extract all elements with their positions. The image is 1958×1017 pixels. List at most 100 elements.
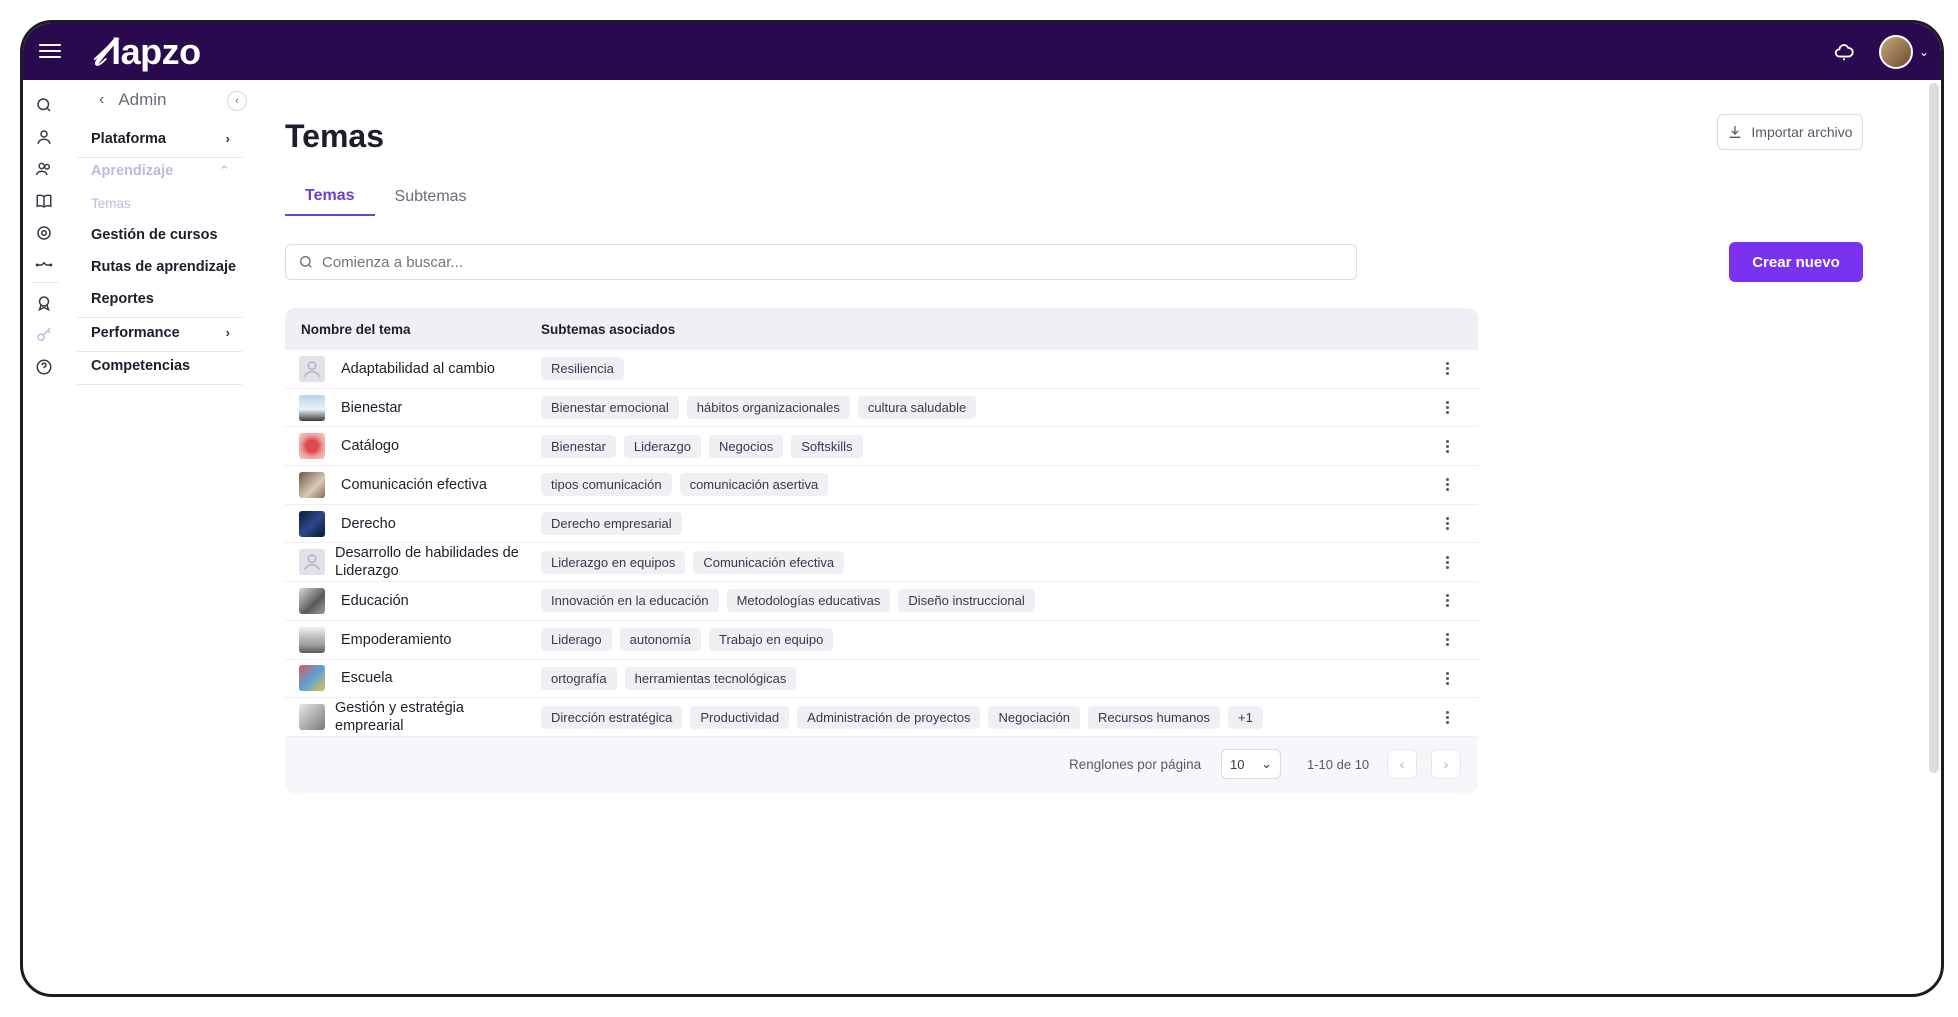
help-icon[interactable] xyxy=(35,358,53,376)
more-options-icon[interactable] xyxy=(1440,476,1454,494)
user-avatar[interactable] xyxy=(1878,35,1913,69)
table-row[interactable]: Gestión y estratégia emprearial Dirección… xyxy=(285,698,1478,737)
back-to-admin[interactable]: ‹ Admin xyxy=(77,84,242,116)
subtopic-chip: Innovación en la educación xyxy=(541,589,719,613)
rows-per-page-select[interactable]: 10 ⌄ xyxy=(1221,749,1281,779)
chevron-right-icon: › xyxy=(225,325,230,340)
menu-icon[interactable] xyxy=(39,40,61,60)
key-icon[interactable] xyxy=(35,326,53,344)
sidebar-item-reportes[interactable]: Reportes xyxy=(77,280,242,318)
top-bar-actions: ⌄ xyxy=(1833,35,1929,69)
more-options-icon[interactable] xyxy=(1440,360,1454,378)
chevron-down-icon[interactable]: ⌄ xyxy=(1919,45,1929,59)
table-row[interactable]: Catálogo Bienestar Liderazgo Negocios Softsk… xyxy=(285,427,1478,467)
more-options-icon[interactable] xyxy=(1440,631,1454,649)
route-icon[interactable] xyxy=(35,256,53,274)
subtopic-chip: Liderazgo en equipos xyxy=(541,550,686,574)
award-icon[interactable] xyxy=(35,294,53,312)
target-icon[interactable] xyxy=(35,224,53,242)
more-options-icon[interactable] xyxy=(1440,669,1454,687)
table-row[interactable]: Escuela ortografía herramientas tecnológic… xyxy=(285,659,1478,699)
icon-rail xyxy=(23,80,67,994)
subtopic-chips: Bienestar emocional hábitos organizaciona… xyxy=(541,396,977,420)
subtopic-chip: Bienestar emocional xyxy=(541,396,679,420)
pagination: Renglones por página 10 ⌄ 1-10 de 10 ‹ › xyxy=(285,734,1478,794)
topic-name: Educación xyxy=(341,592,409,609)
table-row[interactable]: Empoderamiento Liderago autonomía Trabajo e… xyxy=(285,620,1478,660)
table-row[interactable]: Derecho Derecho empresarial xyxy=(285,504,1478,544)
topic-thumbnail xyxy=(299,510,325,537)
subtopic-chip: +1 xyxy=(1228,705,1263,729)
topic-thumbnail xyxy=(299,587,325,614)
topic-thumbnail xyxy=(299,394,325,421)
subtopic-chips: Derecho empresarial xyxy=(541,512,682,536)
topic-thumbnail xyxy=(299,626,325,653)
more-options-icon[interactable] xyxy=(1440,437,1454,455)
subtopic-chip: Negociación xyxy=(988,705,1081,729)
page-title: Temas xyxy=(285,118,385,154)
search-input[interactable] xyxy=(322,253,1356,271)
next-page-button[interactable]: › xyxy=(1431,749,1461,779)
collapse-sidebar-button[interactable]: ‹ xyxy=(227,91,247,111)
table-row[interactable]: Desarrollo de habilidades de Liderazgo Li… xyxy=(285,543,1478,583)
more-options-icon[interactable] xyxy=(1440,515,1454,533)
topic-thumbnail xyxy=(299,704,325,731)
app-window: 𝓁 lapzo ⌄ ‹ Admin ‹ Plataforma › Aprendi… xyxy=(20,20,1944,997)
more-options-icon[interactable] xyxy=(1440,399,1454,417)
rows-per-page-value: 10 xyxy=(1230,756,1245,772)
table-row[interactable]: Adaptabilidad al cambio Resiliencia xyxy=(285,350,1478,389)
book-icon[interactable] xyxy=(35,192,53,210)
table-row[interactable]: Comunicación efectiva tipos comunicación c… xyxy=(285,466,1478,505)
topic-name: Escuela xyxy=(341,670,393,687)
subtopic-chip: Derecho empresarial xyxy=(541,512,682,536)
subtopic-chips: ortografía herramientas tecnológicas xyxy=(541,666,797,690)
topic-name: Desarrollo de habilidades de Liderazgo xyxy=(335,545,519,580)
cloud-bell-icon[interactable] xyxy=(1833,41,1855,63)
rail-divider xyxy=(31,282,59,283)
subtopic-chip: comunicación asertiva xyxy=(679,473,829,497)
more-options-icon[interactable] xyxy=(1440,592,1454,610)
more-options-icon[interactable] xyxy=(1440,553,1454,571)
tab-subtemas[interactable]: Subtemas xyxy=(375,178,487,216)
download-icon xyxy=(1730,126,1741,138)
sidebar-item-competencias[interactable]: Competencias xyxy=(77,347,242,385)
tab-temas[interactable]: Temas xyxy=(285,178,375,216)
scrollbar[interactable] xyxy=(1929,83,1939,773)
subtopic-chips: Innovación en la educación Metodologías e… xyxy=(541,589,1035,613)
sidebar-item-label: Reportes xyxy=(91,290,154,307)
subtopic-chips: Liderago autonomía Trabajo en equipo xyxy=(541,628,834,652)
table-row[interactable]: Educación Innovación en la educación Metod… xyxy=(285,582,1478,621)
tab-bar: Temas Subtemas xyxy=(285,178,487,216)
chevron-up-icon: ⌃ xyxy=(219,163,230,178)
topic-name: Comunicación efectiva xyxy=(341,476,487,493)
subtopic-chips: tipos comunicación comunicación asertiva xyxy=(541,473,829,497)
topic-thumbnail xyxy=(299,471,325,498)
logo-mark-icon: 𝓁 xyxy=(93,29,106,74)
column-header-subtopics: Subtemas asociados xyxy=(541,321,676,337)
subtopic-chips: Resiliencia xyxy=(541,357,624,381)
brand-name: lapzo xyxy=(111,31,201,72)
table-row[interactable]: Bienestar Bienestar emocional hábitos orga… xyxy=(285,388,1478,428)
subtopic-chip: Negocios xyxy=(709,434,784,458)
create-new-button[interactable]: Crear nuevo xyxy=(1729,242,1863,282)
import-file-button[interactable]: Importar archivo xyxy=(1717,114,1863,150)
sidebar-item-label: Gestión de cursos xyxy=(91,227,218,243)
table-body: Adaptabilidad al cambio Resiliencia Bienes… xyxy=(285,350,1478,737)
placeholder-user-icon xyxy=(299,355,325,382)
subtopic-chip: herramientas tecnológicas xyxy=(624,666,797,690)
subtopic-chips: Liderazgo en equipos Comunicación efectiv… xyxy=(541,550,845,574)
user-icon[interactable] xyxy=(35,128,53,146)
subtopic-chip: Liderazgo xyxy=(623,434,702,458)
brand-logo[interactable]: 𝓁 lapzo xyxy=(93,29,201,75)
search-field[interactable] xyxy=(285,244,1357,280)
topic-name: Gestión y estratégia emprearial xyxy=(335,700,464,735)
subtopic-chip: autonomía xyxy=(619,628,702,652)
topic-name: Catálogo xyxy=(341,438,400,455)
more-options-icon[interactable] xyxy=(1440,708,1454,726)
subtopic-chip: Resiliencia xyxy=(541,357,624,381)
users-icon[interactable] xyxy=(35,160,53,178)
previous-page-button[interactable]: ‹ xyxy=(1387,749,1417,779)
sidebar-item-label: Plataforma xyxy=(91,130,166,147)
topic-name: Derecho xyxy=(341,515,396,532)
search-icon[interactable] xyxy=(35,96,53,114)
